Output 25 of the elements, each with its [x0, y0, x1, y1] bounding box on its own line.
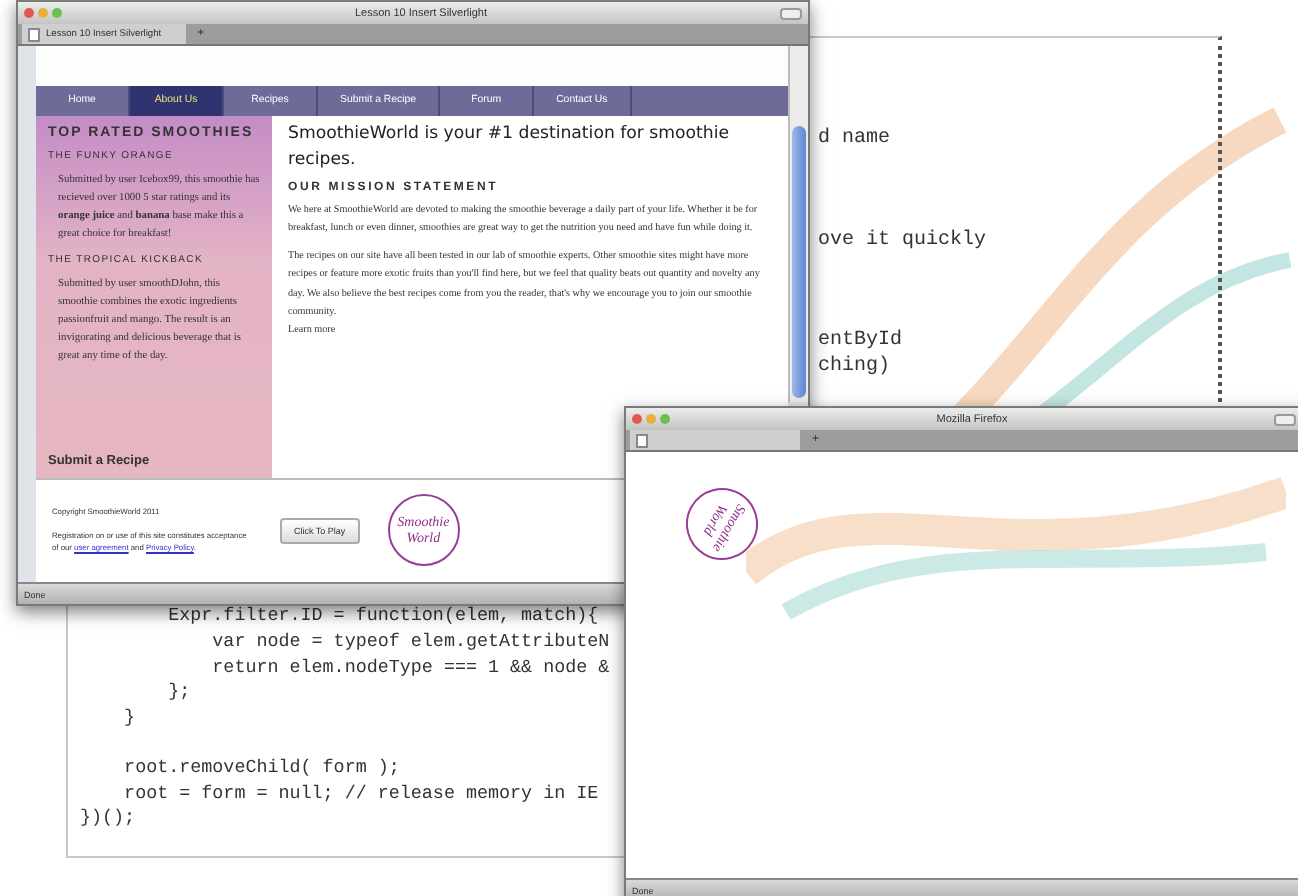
toolbar-toggle-button[interactable]: [1274, 413, 1296, 425]
page-icon: [28, 27, 40, 41]
scrollbar[interactable]: [788, 46, 808, 402]
minimize-button[interactable]: [38, 8, 48, 18]
browser-tab[interactable]: [630, 430, 800, 450]
code-line: entById: [818, 330, 903, 355]
minimize-button[interactable]: [646, 414, 656, 424]
code-line: })();: [80, 806, 136, 832]
code-line: };: [166, 680, 191, 707]
page-icon: [636, 433, 648, 447]
zoom-button[interactable]: [52, 8, 62, 18]
code-line: root = form = null; // release memory in IE: [122, 781, 599, 807]
code-line: root.removeChild( form );: [122, 755, 400, 782]
code-line: ove it quickly: [818, 229, 987, 255]
code-line: ching): [818, 356, 891, 382]
code-line: var node = typeof elem.getAttributeN: [210, 630, 610, 656]
code-line: d name: [818, 128, 891, 154]
zoom-button[interactable]: [660, 414, 670, 424]
toolbar-toggle-button[interactable]: [780, 7, 802, 19]
close-button[interactable]: [632, 414, 642, 424]
code-line: return elem.nodeType === 1 && node &: [210, 655, 610, 681]
page-heading: SmoothieWorld is your #1 destination for smoothie recipes.: [288, 121, 732, 174]
code-line: Expr.filter.ID = function(elem, match){: [166, 604, 599, 631]
close-button[interactable]: [24, 8, 34, 18]
code-line: }: [122, 706, 136, 732]
